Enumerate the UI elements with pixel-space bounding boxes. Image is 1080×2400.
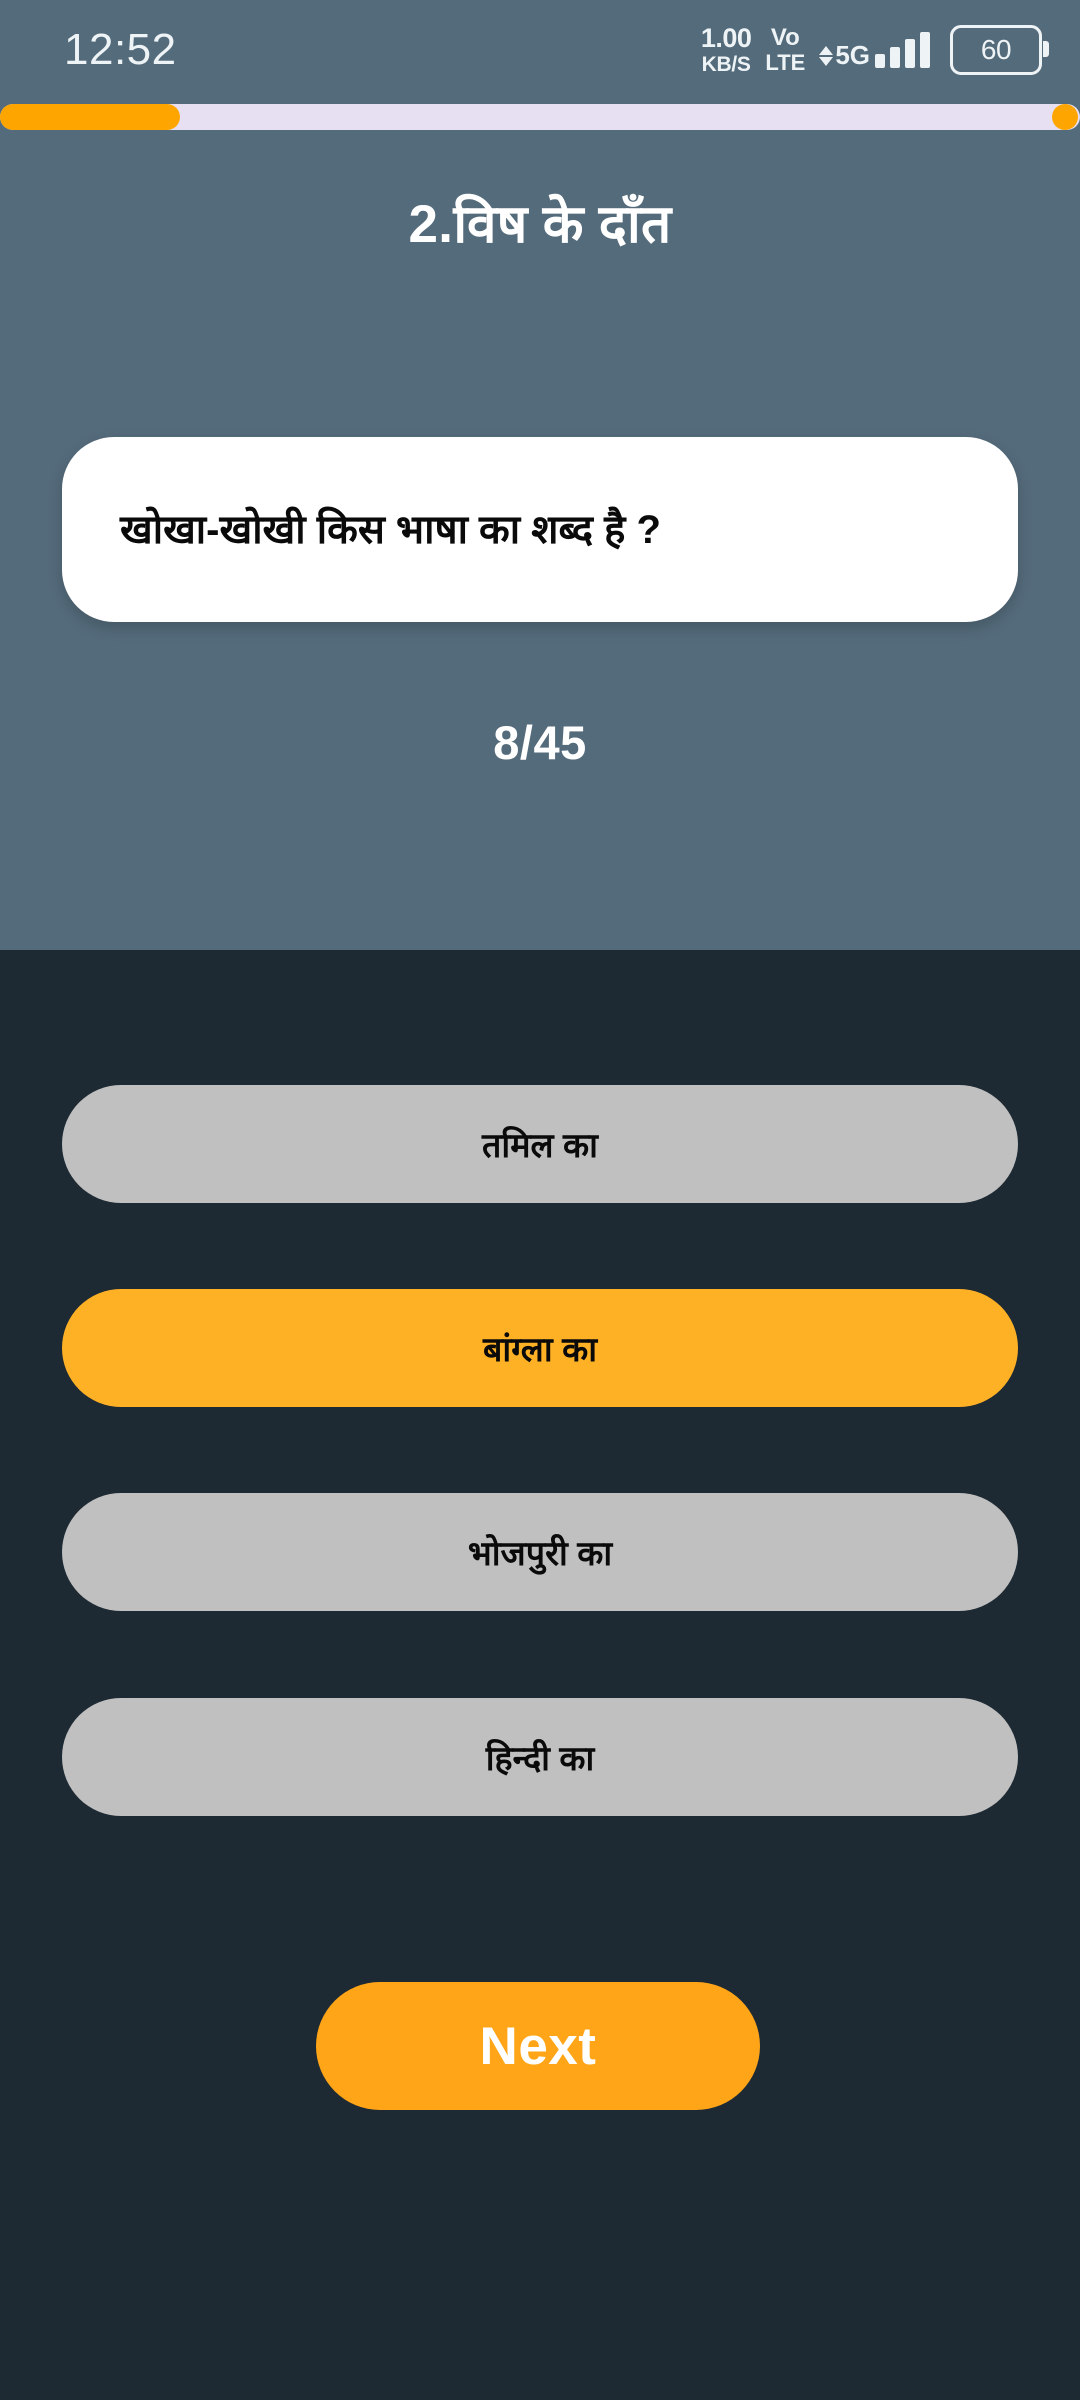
signal-bar-2 <box>890 47 900 68</box>
signal-bar-3 <box>905 39 915 68</box>
answer-option-3-label: भोजपुरी का <box>467 1535 613 1573</box>
volte-icon: Vo LTE <box>765 26 805 74</box>
progress-thumb[interactable] <box>1052 104 1078 130</box>
status-clock: 12:52 <box>64 25 177 74</box>
options-section: तमिल का बांग्ला का भोजपुरी का हिन्दी का … <box>0 950 1080 2400</box>
battery-icon: 60 <box>950 25 1049 75</box>
signal-bar-4 <box>920 32 930 68</box>
signal-bar-1 <box>875 54 885 68</box>
volte-top-label: Vo <box>770 24 800 51</box>
next-button[interactable]: Next <box>316 1982 760 2110</box>
answer-option-4[interactable]: हिन्दी का <box>62 1698 1018 1816</box>
answer-option-1[interactable]: तमिल का <box>62 1085 1018 1203</box>
network-speed-unit: KB/S <box>701 53 751 76</box>
page-title: 2.विष के दाँत <box>408 195 672 254</box>
signal-strength-icon: 5G <box>819 32 930 68</box>
quiz-screen: 12:52 1.00 KB/S Vo LTE 5G 60 2.विष के दा… <box>0 0 1080 2400</box>
quiz-progress-bar[interactable] <box>0 104 1080 130</box>
battery-cap <box>1043 41 1049 57</box>
volte-bottom-label: LTE <box>765 50 806 75</box>
arrow-up-icon <box>819 46 834 55</box>
network-speed-value: 1.00 <box>700 23 752 53</box>
question-counter: 8/45 <box>493 716 587 769</box>
answer-option-2[interactable]: बांग्ला का <box>62 1289 1018 1407</box>
mobile-data-group: 5G <box>819 42 870 68</box>
answer-option-1-label: तमिल का <box>482 1127 598 1165</box>
progress-fill <box>0 104 181 130</box>
battery-level-label: 60 <box>980 34 1012 65</box>
question-card: खोखा-खोखी किस भाषा का शब्द है ? <box>62 437 1018 622</box>
answer-option-4-label: हिन्दी का <box>485 1740 595 1778</box>
header-section: 12:52 1.00 KB/S Vo LTE 5G 60 2.विष के दा… <box>0 0 1080 950</box>
data-transfer-arrows-icon <box>819 46 834 66</box>
answer-option-3[interactable]: भोजपुरी का <box>62 1493 1018 1611</box>
answer-option-2-label: बांग्ला का <box>483 1331 597 1369</box>
network-type-label: 5G <box>835 40 870 70</box>
signal-bars-icon <box>875 32 930 68</box>
network-speed-indicator: 1.00 KB/S <box>700 23 752 76</box>
status-bar-icons: 1.00 KB/S Vo LTE 5G 60 <box>700 23 1049 76</box>
question-text: खोखा-खोखी किस भाषा का शब्द है ? <box>120 507 661 552</box>
arrow-down-icon <box>819 57 834 66</box>
status-bar: 12:52 1.00 KB/S Vo LTE 5G 60 <box>0 0 1080 100</box>
